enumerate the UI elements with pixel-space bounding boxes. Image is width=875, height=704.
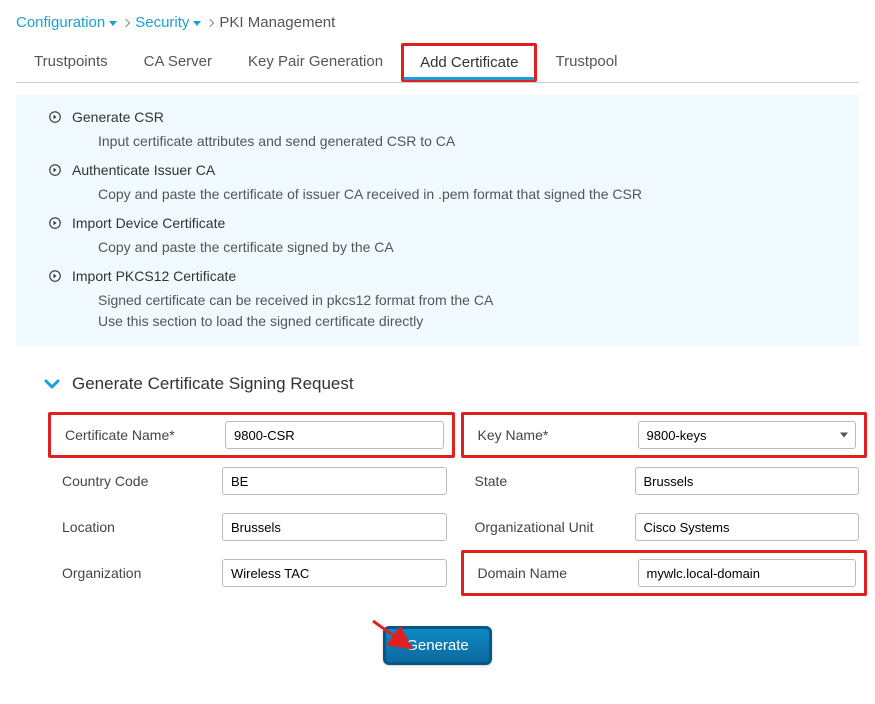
section-header-csr[interactable]: Generate Certificate Signing Request: [16, 370, 859, 412]
info-desc-text: Copy and paste the certificate signed by…: [98, 237, 841, 258]
row-state: State: [475, 458, 860, 504]
arrow-right-circle-icon: [48, 110, 62, 124]
highlight-certificate-name: Certificate Name*: [48, 412, 455, 458]
info-panel: Generate CSR Input certificate attribute…: [16, 95, 859, 346]
label-location: Location: [62, 519, 212, 535]
label-organization: Organization: [62, 565, 212, 581]
state-input[interactable]: [635, 467, 860, 495]
domain-name-input[interactable]: [638, 559, 857, 587]
info-title-text: Authenticate Issuer CA: [72, 162, 215, 178]
label-country-code: Country Code: [62, 473, 212, 489]
row-organizational-unit: Organizational Unit: [475, 504, 860, 550]
breadcrumb-configuration[interactable]: Configuration: [16, 14, 117, 31]
chevron-right-icon: [206, 18, 214, 26]
breadcrumb-security-label: Security: [135, 14, 189, 31]
row-location: Location: [62, 504, 447, 550]
info-authenticate-ca: Authenticate Issuer CA Copy and paste th…: [76, 162, 841, 205]
key-name-select[interactable]: [638, 421, 857, 449]
tabs: Trustpoints CA Server Key Pair Generatio…: [16, 43, 859, 83]
info-import-pkcs12: Import PKCS12 Certificate Signed certifi…: [76, 268, 841, 332]
arrow-right-circle-icon: [48, 163, 62, 177]
breadcrumb-current: PKI Management: [219, 14, 335, 31]
label-key-name: Key Name*: [478, 427, 628, 443]
label-state: State: [475, 473, 625, 489]
info-title-text: Import Device Certificate: [72, 215, 225, 231]
breadcrumb-security[interactable]: Security: [135, 14, 201, 31]
caret-down-icon: [193, 21, 201, 26]
info-title-text: Generate CSR: [72, 109, 164, 125]
info-generate-csr: Generate CSR Input certificate attribute…: [76, 109, 841, 152]
button-row: Generate: [16, 626, 859, 665]
csr-form: Certificate Name* Country Code Location …: [16, 412, 859, 596]
arrow-right-circle-icon: [48, 269, 62, 283]
label-certificate-name: Certificate Name*: [65, 427, 215, 443]
info-import-device-cert: Import Device Certificate Copy and paste…: [76, 215, 841, 258]
label-domain-name: Domain Name: [478, 565, 628, 581]
tab-add-certificate[interactable]: Add Certificate: [404, 46, 534, 80]
row-country-code: Country Code: [62, 458, 447, 504]
row-organization: Organization: [62, 550, 447, 596]
tab-trustpool[interactable]: Trustpool: [537, 43, 635, 82]
section-title: Generate Certificate Signing Request: [72, 374, 354, 394]
arrow-callout-icon: [368, 616, 418, 659]
organization-input[interactable]: [222, 559, 447, 587]
info-desc-text: Input certificate attributes and send ge…: [98, 131, 841, 152]
breadcrumb-configuration-label: Configuration: [16, 14, 105, 31]
label-organizational-unit: Organizational Unit: [475, 519, 625, 535]
info-title-text: Import PKCS12 Certificate: [72, 268, 236, 284]
tab-key-pair-generation[interactable]: Key Pair Generation: [230, 43, 401, 82]
info-desc-text: Signed certificate can be received in pk…: [98, 290, 841, 332]
chevron-down-icon: [44, 376, 60, 392]
country-code-input[interactable]: [222, 467, 447, 495]
location-input[interactable]: [222, 513, 447, 541]
chevron-right-icon: [122, 18, 130, 26]
highlight-add-certificate: Add Certificate: [401, 43, 537, 82]
info-desc-text: Copy and paste the certificate of issuer…: [98, 184, 841, 205]
highlight-domain-name: Domain Name: [461, 550, 868, 596]
highlight-key-name: Key Name*: [461, 412, 868, 458]
organizational-unit-input[interactable]: [635, 513, 860, 541]
tab-trustpoints[interactable]: Trustpoints: [16, 43, 126, 82]
tab-ca-server[interactable]: CA Server: [126, 43, 230, 82]
breadcrumb: Configuration Security PKI Management: [16, 10, 859, 43]
caret-down-icon: [109, 21, 117, 26]
arrow-right-circle-icon: [48, 216, 62, 230]
certificate-name-input[interactable]: [225, 421, 444, 449]
